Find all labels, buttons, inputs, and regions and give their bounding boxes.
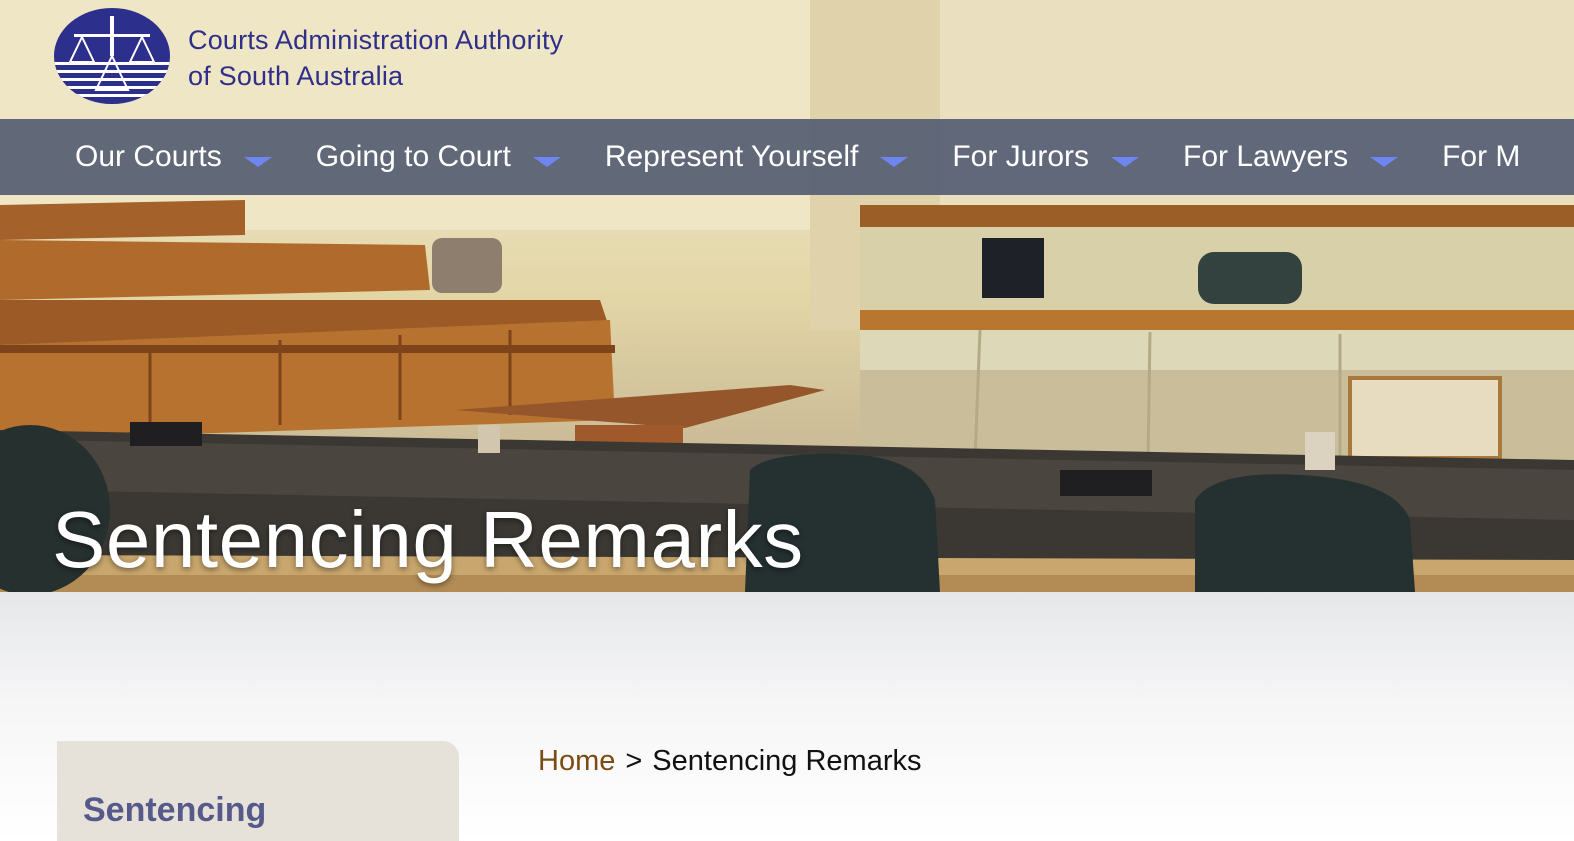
organization-name[interactable]: Courts Administration Authority of South… [188, 22, 563, 94]
chevron-down-icon [1370, 157, 1399, 167]
page-title: Sentencing Remarks [52, 495, 804, 584]
page: Courts Administration Authority of South… [0, 0, 1574, 841]
breadcrumb-home-link[interactable]: Home [538, 745, 615, 777]
org-name-line1: Courts Administration Authority [188, 25, 564, 55]
chevron-down-icon [243, 157, 272, 167]
nav-item-label: Represent Yourself [604, 140, 859, 173]
nav-item-label: For Jurors [952, 140, 1090, 173]
chevron-down-icon [532, 157, 561, 167]
nav-item-label: Our Courts [75, 140, 222, 173]
nav-item-label: Going to Court [315, 140, 511, 173]
chevron-down-icon [880, 157, 909, 167]
nav-item-for-more[interactable]: For M [1442, 140, 1520, 174]
nav-item-label: For Lawyers [1183, 140, 1349, 173]
chevron-down-icon [1111, 157, 1140, 167]
sidebar-title[interactable]: Sentencing [83, 791, 266, 830]
org-name-line2: of South Australia [188, 61, 404, 91]
nav-item-represent-yourself[interactable]: Represent Yourself [605, 140, 909, 174]
court-logo[interactable] [52, 6, 172, 106]
main-navigation: Our Courts Going to Court Represent Your… [0, 119, 1574, 195]
nav-item-going-to-court[interactable]: Going to Court [316, 140, 561, 174]
nav-item-for-lawyers[interactable]: For Lawyers [1183, 140, 1399, 174]
scales-of-justice-logo [54, 8, 170, 104]
nav-item-for-jurors[interactable]: For Jurors [952, 140, 1140, 174]
nav-item-our-courts[interactable]: Our Courts [75, 140, 272, 174]
nav-item-label: For M [1442, 140, 1521, 173]
breadcrumb: Home > Sentencing Remarks [538, 745, 921, 778]
breadcrumb-separator: > [625, 745, 643, 777]
breadcrumb-current: Sentencing Remarks [652, 745, 922, 777]
